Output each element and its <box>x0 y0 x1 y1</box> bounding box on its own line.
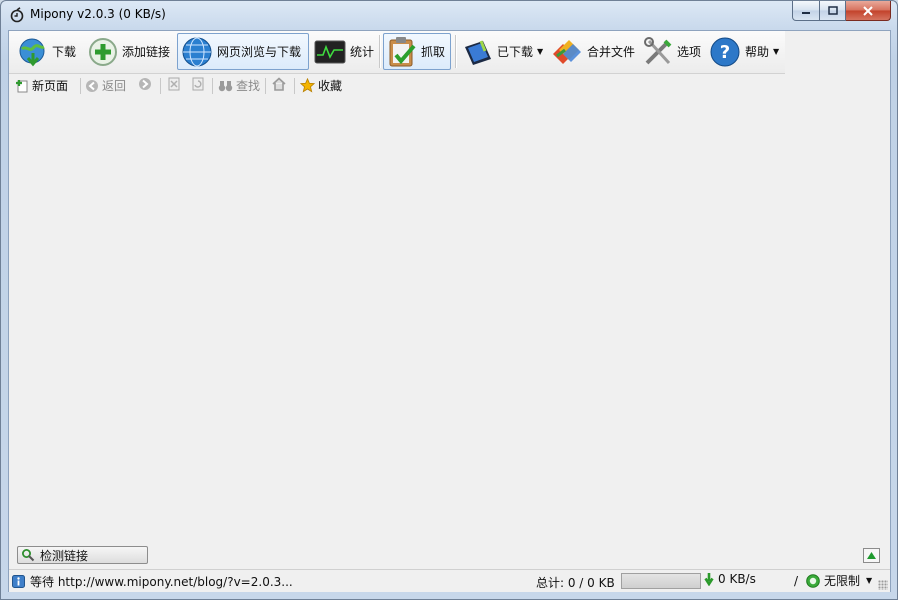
svg-text:?: ? <box>720 42 730 63</box>
favorites-button[interactable]: 收藏 <box>300 77 342 94</box>
back-arrow-icon <box>86 79 98 92</box>
toolbar-browse-download-label: 网页浏览与下载 <box>217 45 302 59</box>
speed-limit-dropdown[interactable]: 无限制 ▼ <box>806 572 872 589</box>
new-page-button[interactable]: 新页面 <box>15 77 68 94</box>
close-icon <box>863 5 873 16</box>
globe-icon <box>182 37 212 66</box>
toolbar-help-label: 帮助 <box>745 45 770 59</box>
nav-separator <box>212 78 213 94</box>
toolbar-merge-files-button[interactable]: 合并文件 <box>547 33 639 70</box>
toolbar-add-link-label: 添加链接 <box>122 45 171 59</box>
back-label: 返回 <box>102 79 127 93</box>
window-controls <box>792 1 891 21</box>
back-button[interactable]: 返回 <box>85 77 126 94</box>
home-icon <box>272 77 286 91</box>
monitor-chart-icon <box>314 40 346 63</box>
nav-separator <box>294 78 295 94</box>
toolbar-add-link-button[interactable]: 添加链接 <box>84 33 174 70</box>
toolbar-capture-button[interactable]: 抓取 <box>383 33 451 70</box>
favorites-label: 收藏 <box>318 79 343 93</box>
window-title: Mipony v2.0.3 (0 KB/s) <box>30 7 166 21</box>
minimize-button[interactable] <box>792 1 820 21</box>
speed-separator: / <box>794 574 799 588</box>
refresh-button[interactable] <box>191 77 205 91</box>
toolbar-separator <box>379 35 381 68</box>
speed-limit-icon <box>806 573 820 588</box>
download-speed: 0 KB/s <box>704 572 756 586</box>
stop-button[interactable] <box>167 77 181 91</box>
globe-download-icon <box>19 38 45 66</box>
main-toolbar: 下载 添加链接 网页浏览与下载 统计 抓取 已下载 ▼ 合并文件 选项 ? 帮助… <box>9 31 785 74</box>
new-page-icon <box>16 79 28 92</box>
toolbar-merge-files-label: 合并文件 <box>587 45 636 59</box>
toolbar-help-button[interactable]: ? 帮助 ▼ <box>705 33 783 70</box>
toolbar-downloaded-label: 已下载 <box>497 45 534 59</box>
total-size-text: 总计: 0 / 0 KB <box>536 576 615 590</box>
total-progress-bar <box>621 573 701 589</box>
downloaded-dropdown-icon: ▼ <box>537 47 544 56</box>
check-links-label: 检测链接 <box>40 548 89 563</box>
add-plus-icon <box>89 37 117 66</box>
search-links-icon <box>22 549 35 562</box>
refresh-icon <box>192 77 204 91</box>
app-logo-icon <box>10 7 24 23</box>
new-page-label: 新页面 <box>32 79 69 93</box>
help-dropdown-icon: ▼ <box>773 47 780 56</box>
speed-limit-text: 无限制 <box>824 574 861 588</box>
find-label: 查找 <box>236 79 261 93</box>
toolbar-downloaded-button[interactable]: 已下载 ▼ <box>459 33 547 70</box>
forward-arrow-icon <box>139 78 151 90</box>
forward-button[interactable] <box>138 77 152 91</box>
resize-grip[interactable] <box>878 580 888 590</box>
status-bar: 等待 http://www.mipony.net/blog/?v=2.0.3..… <box>9 569 890 592</box>
speed-limit-dropdown-icon: ▼ <box>866 576 873 585</box>
title-bar[interactable]: Mipony v2.0.3 (0 KB/s) <box>1 1 897 29</box>
nav-separator <box>265 78 266 94</box>
client-area: 下载 添加链接 网页浏览与下载 统计 抓取 已下载 ▼ 合并文件 选项 ? 帮助… <box>8 30 891 592</box>
binoculars-icon <box>218 80 233 91</box>
help-icon: ? <box>710 37 740 66</box>
clipboard-check-icon <box>389 36 416 66</box>
browser-navbar: 新页面 返回 查找 收藏 <box>9 74 890 96</box>
toolbar-statistics-button[interactable]: 统计 <box>310 33 378 70</box>
find-button[interactable]: 查找 <box>218 77 260 94</box>
toolbar-statistics-label: 统计 <box>350 45 375 59</box>
home-button[interactable] <box>272 77 286 91</box>
maximize-icon <box>827 6 838 15</box>
download-speed-text: 0 KB/s <box>718 572 756 586</box>
toolbar-capture-label: 抓取 <box>421 45 446 59</box>
browser-content-area[interactable] <box>9 96 890 566</box>
expand-panel-button[interactable] <box>863 548 880 563</box>
nav-separator <box>80 78 81 94</box>
toolbar-separator <box>455 35 457 68</box>
triangle-up-icon <box>867 552 876 559</box>
status-text: 等待 http://www.mipony.net/blog/?v=2.0.3..… <box>30 575 293 589</box>
minimize-icon <box>802 11 810 14</box>
toolbar-browse-download-button[interactable]: 网页浏览与下载 <box>177 33 309 70</box>
downloaded-folder-icon <box>465 39 491 65</box>
star-icon <box>300 78 315 93</box>
stop-icon <box>168 77 180 91</box>
toolbar-options-button[interactable]: 选项 <box>639 33 705 70</box>
nav-separator <box>160 78 161 94</box>
status-message: 等待 http://www.mipony.net/blog/?v=2.0.3..… <box>12 573 293 590</box>
close-button[interactable] <box>846 1 891 21</box>
download-arrow-icon <box>704 573 714 586</box>
app-window: Mipony v2.0.3 (0 KB/s) 下载 添加链接 网页浏览与下载 统… <box>0 0 898 600</box>
merge-files-icon <box>553 39 581 64</box>
info-icon <box>12 575 25 588</box>
toolbar-download-label: 下载 <box>52 45 77 59</box>
maximize-button[interactable] <box>820 1 846 21</box>
toolbar-download-button[interactable]: 下载 <box>14 33 80 70</box>
toolbar-options-label: 选项 <box>677 45 702 59</box>
check-links-button[interactable]: 检测链接 <box>17 546 148 564</box>
tools-icon <box>644 36 672 64</box>
